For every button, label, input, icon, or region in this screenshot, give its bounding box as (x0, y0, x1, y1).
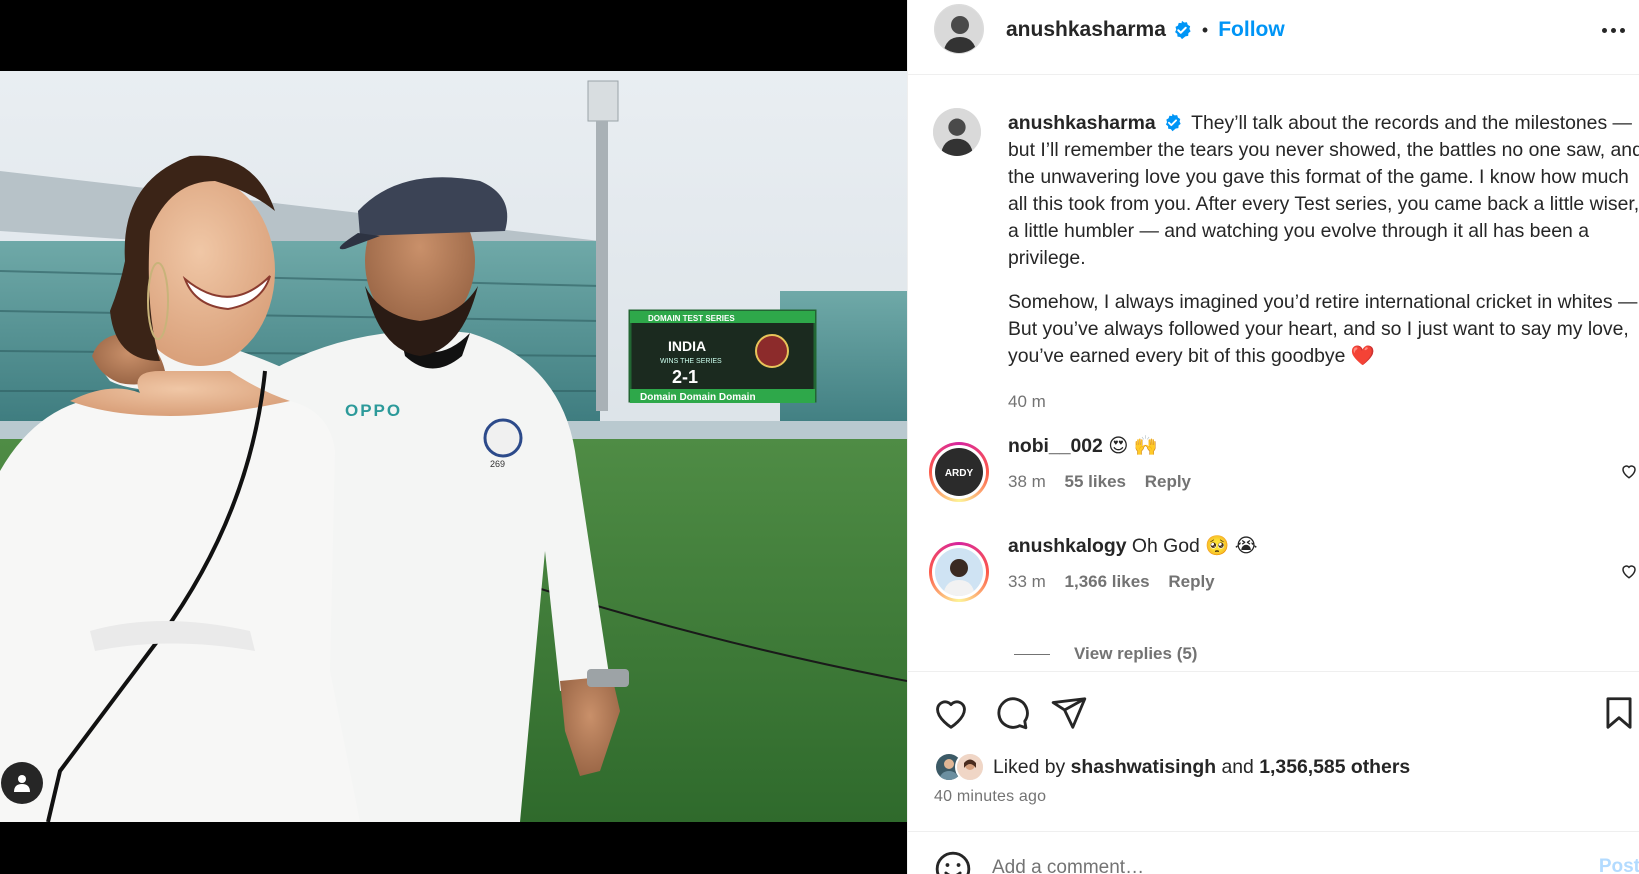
comment-input[interactable] (992, 856, 1552, 874)
scoreboard-score: 2-1 (672, 367, 698, 387)
comment-body: nobi__002 😍 🙌 (1008, 434, 1158, 458)
post-caption: anushkasharma They’ll talk about the rec… (1008, 110, 1639, 370)
comment-time: 38 m (1008, 472, 1046, 491)
view-replies-button[interactable]: View replies (5) (1014, 644, 1197, 664)
comment-username[interactable]: nobi__002 (1008, 435, 1103, 457)
comment-body: anushkalogy Oh God 🥺 😭 (1008, 534, 1257, 558)
liked-by-and: and (1221, 755, 1254, 778)
emoji-icon[interactable] (934, 850, 972, 874)
user-tag-icon (14, 775, 30, 792)
bookmark-icon[interactable] (1600, 694, 1638, 732)
view-replies-line (1014, 653, 1050, 655)
comment-meta: 33 m 1,366 likes Reply (1008, 572, 1215, 592)
header-separator: • (1201, 19, 1209, 40)
likes-count[interactable]: 1,356,585 others (1259, 756, 1410, 779)
comment-like-heart-icon[interactable] (1620, 462, 1638, 480)
comment-time: 33 m (1008, 572, 1046, 591)
comment-icon[interactable] (992, 694, 1030, 732)
scoreboard-team: INDIA (668, 338, 706, 354)
post-header: anushkasharma • Follow (908, 0, 1639, 75)
liked-by-row: Liked by shashwatisingh and 1,356,585 ot… (934, 752, 1410, 782)
reply-button[interactable]: Reply (1145, 472, 1191, 491)
post-comment-button[interactable]: Post (1599, 856, 1639, 874)
heart-icon[interactable] (932, 694, 970, 732)
liked-by-avatars[interactable] (934, 752, 985, 782)
header-user-row: anushkasharma • Follow (1006, 15, 1285, 45)
comment-likes[interactable]: 55 likes (1065, 472, 1126, 491)
shirt-brand: OPPO (345, 401, 402, 420)
caption-time: 40 m (1008, 392, 1046, 411)
author-username[interactable]: anushkasharma (1006, 18, 1166, 42)
scoreboard-ad: Domain Domain Domain (640, 392, 756, 403)
view-replies-label: View replies (5) (1074, 644, 1198, 663)
comment-like-heart-icon[interactable] (1620, 562, 1638, 580)
comment-likes[interactable]: 1,366 likes (1065, 572, 1150, 591)
post-side-panel: anushkasharma • Follow anushkasharma The… (907, 0, 1639, 874)
scoreboard-title: DOMAIN TEST SERIES (648, 314, 735, 323)
caption-author-avatar[interactable] (933, 108, 981, 156)
post-actions: Liked by shashwatisingh and 1,356,585 ot… (908, 671, 1639, 831)
liked-by-user[interactable]: shashwatisingh (1071, 756, 1216, 779)
caption-username[interactable]: anushkasharma (1008, 112, 1156, 134)
share-icon[interactable] (1050, 694, 1088, 732)
follow-button[interactable]: Follow (1218, 18, 1285, 42)
liker-avatar (955, 752, 985, 782)
post-photo[interactable]: DOMAIN TEST SERIES INDIA WINS THE SERIES… (0, 71, 907, 822)
comment-avatar[interactable]: ARDY (929, 442, 989, 502)
comment-avatar[interactable] (929, 542, 989, 602)
reply-button[interactable]: Reply (1168, 572, 1214, 591)
caption-text-1: They’ll talk about the records and the m… (1008, 112, 1639, 269)
cap-number: 269 (490, 459, 505, 469)
comments-section[interactable]: anushkasharma They’ll talk about the rec… (908, 76, 1639, 671)
comment-meta: 38 m 55 likes Reply (1008, 472, 1191, 492)
verified-badge-icon (1175, 20, 1191, 40)
liked-by-prefix: Liked by (993, 755, 1066, 778)
comment-username[interactable]: anushkalogy (1008, 535, 1127, 557)
add-comment-bar: Post (908, 831, 1639, 874)
caption-text-2: Somehow, I always imagined you’d retire … (1008, 291, 1638, 367)
post-time-ago[interactable]: 40 minutes ago (934, 788, 1046, 806)
comment-text: 😍 🙌 (1108, 435, 1158, 457)
comment-avatar-text: ARDY (945, 468, 974, 479)
post-media: DOMAIN TEST SERIES INDIA WINS THE SERIES… (0, 0, 907, 874)
author-avatar[interactable] (934, 4, 984, 54)
verified-badge-icon (1165, 113, 1181, 132)
scoreboard-sub: WINS THE SERIES (660, 358, 722, 365)
user-tag-button[interactable] (1, 762, 43, 804)
comment-text: Oh God 🥺 😭 (1131, 535, 1258, 557)
more-options-icon[interactable] (1596, 16, 1630, 44)
